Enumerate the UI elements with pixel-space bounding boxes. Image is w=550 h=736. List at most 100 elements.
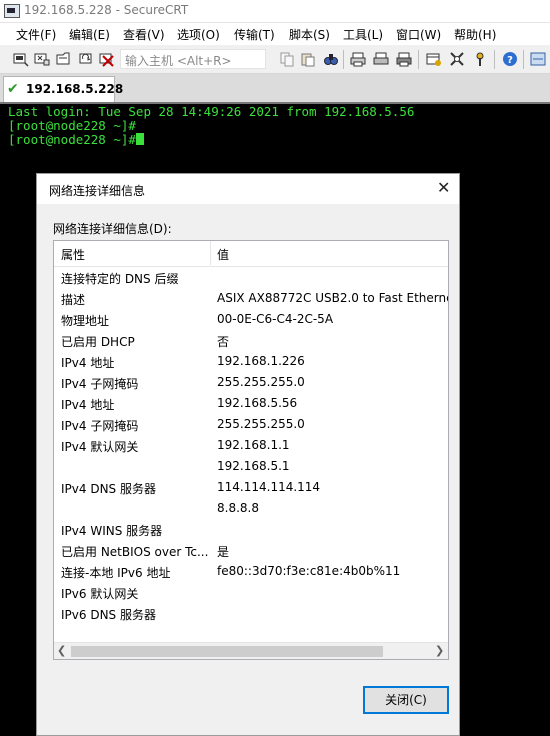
terminal-line: [root@node228 ~]#: [8, 118, 136, 133]
session-options-icon[interactable]: [426, 51, 442, 67]
row-value: 是: [217, 545, 230, 559]
table-row[interactable]: 192.168.5.1: [54, 459, 448, 480]
menu-transfer[interactable]: 传输(T): [234, 26, 275, 43]
row-value: 114.114.114.114: [217, 480, 321, 494]
close-icon[interactable]: ✕: [437, 179, 450, 197]
window-titlebar: 192.168.5.228 - SecureCRT: [0, 0, 550, 23]
table-row[interactable]: IPv4 子网掩码 255.255.255.0: [54, 375, 448, 396]
menu-view[interactable]: 查看(V): [123, 26, 165, 43]
connect-in-tab-icon[interactable]: [55, 51, 71, 67]
dialog-titlebar: 网络连接详细信息 ✕: [37, 174, 459, 204]
column-header-property[interactable]: 属性: [61, 246, 85, 263]
menu-help[interactable]: 帮助(H): [454, 26, 496, 43]
window-title: 192.168.5.228 - SecureCRT: [24, 3, 189, 17]
toolbar-separator: [343, 50, 344, 69]
row-property: IPv4 WINS 服务器: [61, 524, 163, 538]
table-row[interactable]: IPv4 WINS 服务器: [54, 522, 448, 543]
row-value: 192.168.1.1: [217, 438, 290, 452]
scroll-right-icon[interactable]: ❯: [435, 644, 444, 657]
row-property: IPv4 地址: [61, 398, 115, 412]
row-value: 255.255.255.0: [217, 375, 305, 389]
row-property: 已启用 DHCP: [61, 335, 135, 349]
paste-icon[interactable]: [300, 51, 316, 67]
terminal-line: [root@node228 ~]#: [8, 132, 136, 147]
menu-file[interactable]: 文件(F): [16, 26, 56, 43]
find-icon[interactable]: [323, 51, 339, 67]
horizontal-scrollbar[interactable]: ❮ ❯: [54, 642, 448, 659]
print-icon[interactable]: [396, 51, 412, 67]
help-icon[interactable]: ?: [502, 51, 518, 67]
table-row[interactable]: 连接特定的 DNS 后缀: [54, 270, 448, 291]
menu-options[interactable]: 选项(O): [177, 26, 220, 43]
table-row[interactable]: IPv4 地址 192.168.5.56: [54, 396, 448, 417]
table-row[interactable]: IPv4 默认网关 192.168.1.1: [54, 438, 448, 459]
row-property: 连接-本地 IPv6 地址: [61, 566, 171, 580]
row-property: IPv4 子网掩码: [61, 419, 139, 433]
copy-icon[interactable]: [279, 51, 295, 67]
network-details-dialog: 网络连接详细信息 ✕ 网络连接详细信息(D): 属性 值 连接特定的 DNS 后…: [36, 173, 460, 736]
row-property: IPv6 默认网关: [61, 587, 139, 601]
toolbar-separator: [494, 50, 495, 69]
table-row[interactable]: IPv4 DNS 服务器 114.114.114.114: [54, 480, 448, 501]
column-header-value[interactable]: 值: [217, 246, 229, 263]
table-row[interactable]: 已启用 NetBIOS over Tc... 是: [54, 543, 448, 564]
menu-tools[interactable]: 工具(L): [343, 26, 383, 43]
row-property: IPv4 DNS 服务器: [61, 482, 156, 496]
scrollbar-thumb[interactable]: [71, 646, 383, 657]
table-row[interactable]: 连接-本地 IPv6 地址 fe80::3d70:f3e:c81e:4b0b%11: [54, 564, 448, 585]
row-value: fe80::3d70:f3e:c81e:4b0b%11: [217, 564, 401, 578]
menu-bar: 文件(F) 编辑(E) 查看(V) 选项(O) 传输(T) 脚本(S) 工具(L…: [0, 23, 550, 45]
details-listview[interactable]: 属性 值 连接特定的 DNS 后缀描述 ASIX AX88772C USB2.0 …: [53, 240, 449, 660]
scroll-left-icon[interactable]: ❮: [57, 644, 66, 657]
reconnect-icon[interactable]: [78, 51, 94, 67]
row-property: 已启用 NetBIOS over Tc...: [61, 545, 209, 559]
row-value: 192.168.5.56: [217, 396, 298, 410]
table-row[interactable]: IPv6 默认网关: [54, 585, 448, 606]
column-separator[interactable]: [210, 241, 211, 265]
table-row[interactable]: 物理地址 00-0E-C6-C4-2C-5A: [54, 312, 448, 333]
details-group-label: 网络连接详细信息(D):: [53, 222, 172, 236]
toolbar-separator: [523, 50, 524, 69]
row-property: IPv4 地址: [61, 356, 115, 370]
table-row[interactable]: IPv6 DNS 服务器: [54, 606, 448, 627]
row-value: 8.8.8.8: [217, 501, 259, 515]
session-tab-label: 192.168.5.228: [26, 82, 124, 96]
disconnect-icon[interactable]: [99, 51, 115, 67]
menu-script[interactable]: 脚本(S): [289, 26, 330, 43]
row-property: 物理地址: [61, 314, 110, 328]
sftp-icon[interactable]: [530, 51, 546, 67]
close-button[interactable]: 关闭(C): [363, 686, 449, 714]
table-row[interactable]: 描述 ASIX AX88772C USB2.0 to Fast Ethernet: [54, 291, 448, 312]
row-value: 192.168.1.226: [217, 354, 305, 368]
row-property: 连接特定的 DNS 后缀: [61, 272, 179, 286]
menu-edit[interactable]: 编辑(E): [69, 26, 110, 43]
row-property: 描述: [61, 293, 86, 307]
connected-check-icon: ✔: [7, 81, 19, 97]
toolbar: 输入主机 <Alt+R> ?: [0, 46, 550, 74]
terminal-line: Last login: Tue Sep 28 14:49:26 2021 fro…: [8, 104, 415, 119]
row-property: IPv4 默认网关: [61, 440, 139, 454]
securecrt-app-icon: [4, 4, 20, 18]
table-row[interactable]: IPv4 地址 192.168.1.226: [54, 354, 448, 375]
table-row[interactable]: 已启用 DHCP 否: [54, 333, 448, 354]
terminal-cursor: [135, 133, 144, 145]
menu-window[interactable]: 窗口(W): [396, 26, 441, 43]
print-screen-icon[interactable]: [350, 51, 366, 67]
quick-connect-icon[interactable]: [34, 51, 50, 67]
row-value: 192.168.5.1: [217, 459, 290, 473]
row-property: IPv4 子网掩码: [61, 377, 139, 391]
table-row[interactable]: IPv4 子网掩码 255.255.255.0: [54, 417, 448, 438]
session-tab[interactable]: ✔ 192.168.5.228: [3, 76, 123, 102]
row-property: IPv6 DNS 服务器: [61, 608, 156, 622]
session-tab-bar: ✔ 192.168.5.228: [0, 74, 550, 102]
dialog-title: 网络连接详细信息: [49, 184, 146, 198]
terminal-prompt-line: [root@node228 ~]#: [8, 132, 144, 147]
row-value: 否: [217, 335, 230, 349]
global-options-icon[interactable]: [449, 51, 465, 67]
host-input[interactable]: 输入主机 <Alt+R>: [120, 49, 266, 69]
table-row[interactable]: 8.8.8.8: [54, 501, 448, 522]
row-value: 00-0E-C6-C4-2C-5A: [217, 312, 334, 326]
print-selection-icon[interactable]: [373, 51, 389, 67]
connect-icon[interactable]: [13, 51, 29, 67]
keymap-icon[interactable]: [472, 51, 488, 67]
